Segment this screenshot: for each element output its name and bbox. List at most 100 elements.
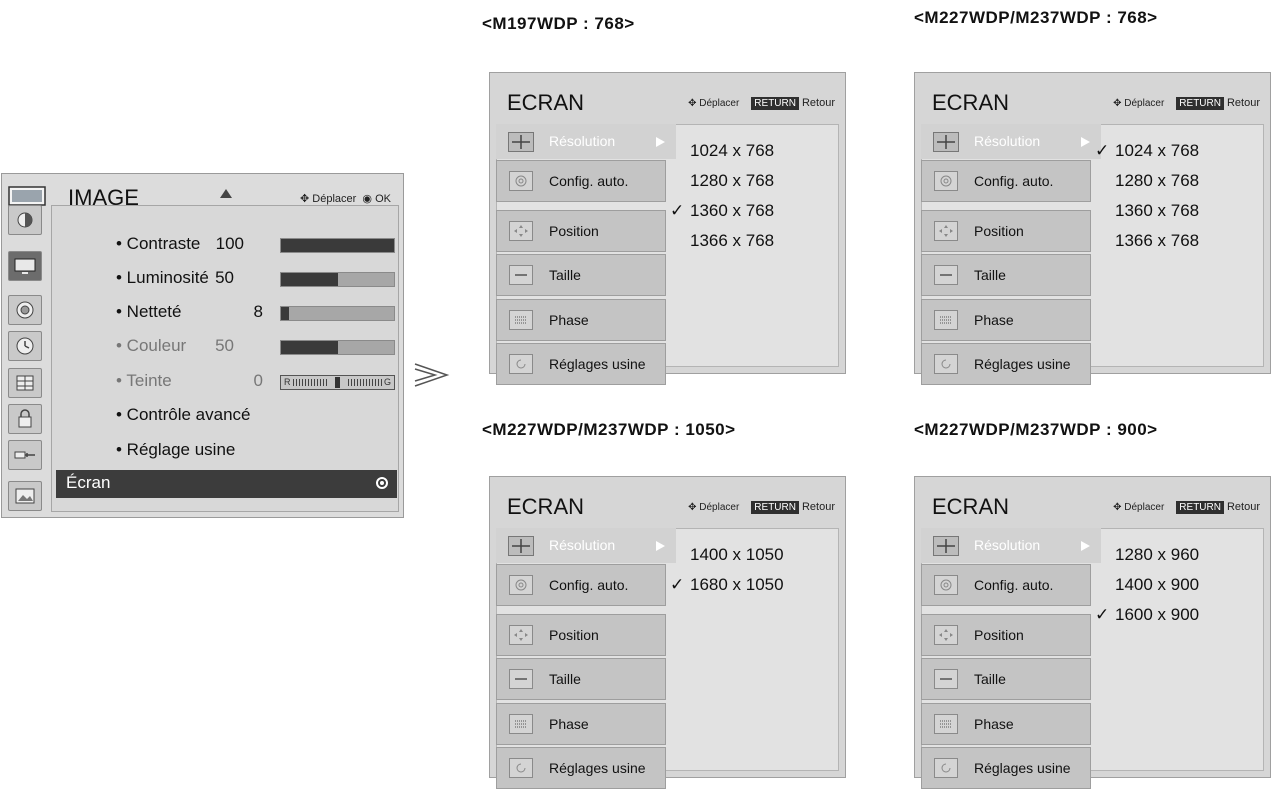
panel-menu-item[interactable]: Position: [921, 614, 1091, 656]
color-value: 50: [215, 336, 234, 355]
panel-menu-item-label: Taille: [549, 267, 581, 283]
slider-fill: [281, 239, 394, 252]
resolution-row[interactable]: Résolution: [921, 124, 1101, 159]
resolution-option[interactable]: 1024 x 768: [670, 136, 774, 166]
resolution-option[interactable]: ✓ 1360 x 768: [670, 196, 774, 226]
resolution-option-label: 1280 x 768: [1115, 171, 1200, 190]
resolution-row[interactable]: Résolution: [496, 124, 676, 159]
reset-icon: [509, 354, 533, 374]
resolution-option[interactable]: 1280 x 768: [670, 166, 774, 196]
panel-menu-item-label: Position: [549, 223, 599, 239]
picture-mode-icon[interactable]: [8, 205, 42, 235]
nav-hint-label: Déplacer: [699, 98, 740, 109]
resolution-option[interactable]: 1280 x 768: [1095, 166, 1199, 196]
advanced-control-label: • Contrôle avancé: [116, 405, 251, 424]
ecran-menu-item[interactable]: Écran: [56, 470, 397, 498]
return-label: Retour: [801, 97, 835, 109]
size-icon: [934, 265, 958, 285]
brightness-row[interactable]: • Luminosité 50: [0, 268, 400, 296]
ok-button-icon: ◉: [362, 193, 373, 205]
contrast-row[interactable]: • Contraste 100: [0, 234, 400, 262]
panel-menu-item[interactable]: Config. auto.: [921, 160, 1091, 202]
scroll-up-arrow-icon[interactable]: [220, 189, 232, 198]
resolution-option[interactable]: 1360 x 768: [1095, 196, 1199, 226]
ecran-title: ECRAN: [507, 494, 585, 519]
panel-menu-item[interactable]: Taille: [496, 254, 666, 296]
resolution-row[interactable]: Résolution: [496, 528, 676, 563]
resolution-option[interactable]: 1366 x 768: [1095, 226, 1199, 256]
return-key-icon: RETURN: [1176, 97, 1224, 110]
panel-menu-item[interactable]: Réglages usine: [496, 343, 666, 385]
panel-menu-item-label: Taille: [974, 671, 1006, 687]
nav-hint-label: Déplacer: [1124, 502, 1165, 513]
photo-icon[interactable]: [8, 481, 42, 511]
position-icon: [509, 221, 533, 241]
panel-menu-item[interactable]: Phase: [496, 299, 666, 341]
resolution-option-label: 1366 x 768: [1115, 231, 1200, 250]
panel-menu-item[interactable]: Config. auto.: [921, 564, 1091, 606]
panel-menu-item[interactable]: Phase: [496, 703, 666, 745]
nav-hint-label: Déplacer: [312, 193, 357, 205]
sharpness-slider[interactable]: [280, 306, 395, 321]
panel-menu-item-label: Phase: [549, 716, 589, 732]
panel-menu-item-label: Phase: [974, 312, 1014, 328]
panel-menu-item[interactable]: Position: [496, 614, 666, 656]
panel-menu-item[interactable]: Position: [496, 210, 666, 252]
resolution-label: Résolution: [549, 537, 616, 553]
ecran-title: ECRAN: [932, 494, 1010, 519]
panel-menu-item[interactable]: Phase: [921, 299, 1091, 341]
brightness-slider[interactable]: [280, 272, 395, 287]
sharpness-row[interactable]: • Netteté 8: [0, 302, 400, 330]
factory-reset-row[interactable]: • Réglage usine: [0, 440, 400, 468]
panel-caption: <M227WDP/M237WDP : 900>: [914, 420, 1158, 439]
slider-fill: [281, 341, 338, 354]
resolution-option-label: 1400 x 900: [1115, 575, 1200, 594]
panel-menu-item-label: Config. auto.: [974, 577, 1054, 593]
panel-menu-item-label: Phase: [549, 312, 589, 328]
resolution-options: 1400 x 1050 ✓ 1680 x 1050: [670, 540, 784, 600]
submenu-arrow-icon: [1081, 137, 1090, 147]
panel-menu-item[interactable]: Position: [921, 210, 1091, 252]
panel-menu-item-label: Réglages usine: [549, 356, 646, 372]
contrast-slider[interactable]: [280, 238, 395, 253]
resolution-label: Résolution: [974, 133, 1041, 149]
size-icon: [509, 265, 533, 285]
panel-menu-item[interactable]: Phase: [921, 703, 1091, 745]
factory-reset-label: • Réglage usine: [116, 440, 236, 459]
advanced-control-row[interactable]: • Contrôle avancé: [0, 405, 400, 433]
color-slider: [280, 340, 395, 355]
contrast-value: 100: [215, 234, 244, 253]
reset-icon: [934, 758, 958, 778]
panel-menu-item[interactable]: Config. auto.: [496, 564, 666, 606]
panel-menu-item[interactable]: Config. auto.: [496, 160, 666, 202]
resolution-option[interactable]: 1280 x 960: [1095, 540, 1199, 570]
resolution-option[interactable]: ✓ 1680 x 1050: [670, 570, 784, 600]
panel-menu-item[interactable]: Taille: [921, 658, 1091, 700]
check-mark-icon: ✓: [1095, 605, 1110, 624]
panel-menu-item[interactable]: Réglages usine: [921, 343, 1091, 385]
resolution-label: Résolution: [549, 133, 616, 149]
resolution-option[interactable]: 1366 x 768: [670, 226, 774, 256]
resolution-option[interactable]: ✓ 1024 x 768: [1095, 136, 1199, 166]
ok-radio-icon: [376, 477, 388, 489]
panel-caption: <M227WDP/M237WDP : 1050>: [482, 420, 736, 439]
resolution-option[interactable]: ✓ 1600 x 900: [1095, 600, 1199, 630]
auto-config-icon: [934, 575, 958, 595]
resolution-option-label: 1360 x 768: [1115, 201, 1200, 220]
panel-menu-item[interactable]: Taille: [921, 254, 1091, 296]
resolution-row[interactable]: Résolution: [921, 528, 1101, 563]
move-arrows-icon: ✥: [1113, 502, 1122, 513]
resolution-icon: [933, 132, 959, 152]
resolution-option[interactable]: 1400 x 900: [1095, 570, 1199, 600]
tint-r-label: R: [284, 377, 291, 387]
panel-menu-item[interactable]: Réglages usine: [921, 747, 1091, 789]
resolution-option[interactable]: 1400 x 1050: [670, 540, 784, 570]
move-arrows-icon: ✥: [1113, 98, 1122, 109]
auto-config-icon: [509, 575, 533, 595]
panel-menu-item[interactable]: Taille: [496, 658, 666, 700]
resolution-option-label: 1024 x 768: [690, 141, 775, 160]
nav-hint-label: Déplacer: [1124, 98, 1165, 109]
resolution-label: Résolution: [974, 537, 1041, 553]
auto-config-icon: [934, 171, 958, 191]
panel-menu-item[interactable]: Réglages usine: [496, 747, 666, 789]
